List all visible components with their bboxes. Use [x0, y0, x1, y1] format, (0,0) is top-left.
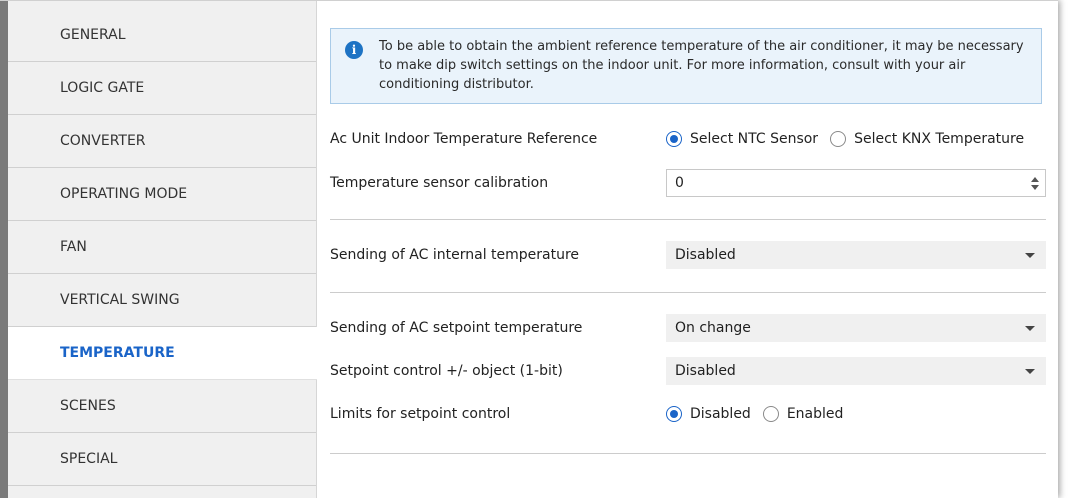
- sidebar-item-operating-mode[interactable]: OPERATING MODE: [8, 168, 316, 221]
- radio-knx-temperature[interactable]: [830, 131, 847, 147]
- sidebar-item-converter[interactable]: CONVERTER: [8, 115, 316, 168]
- setpoint-temp-row: Sending of AC setpoint temperature On ch…: [330, 314, 1046, 342]
- sidebar-edge: [0, 1, 8, 498]
- calibration-row: Temperature sensor calibration 0: [330, 169, 1046, 197]
- radio-enabled[interactable]: [762, 406, 779, 422]
- sidebar-item-special[interactable]: SPECIAL: [8, 433, 316, 486]
- setpoint-temp-value: On change: [675, 320, 751, 336]
- divider: [330, 292, 1046, 293]
- internal-temp-label: Sending of AC internal temperature: [330, 247, 580, 263]
- sidebar-item-vertical-swing[interactable]: VERTICAL SWING: [8, 274, 316, 327]
- internal-temp-value: Disabled: [675, 247, 736, 263]
- setpoint-control-dropdown[interactable]: Disabled: [666, 357, 1046, 385]
- sidebar-item-general[interactable]: GENERAL: [8, 9, 316, 62]
- setpoint-limits-radio-group: Disabled Enabled: [666, 406, 855, 422]
- divider: [330, 219, 1046, 220]
- parameters-window: GENERAL LOGIC GATE CONVERTER OPERATING M…: [0, 0, 1058, 498]
- sidebar-item-fan[interactable]: FAN: [8, 221, 316, 274]
- sidebar-list: GENERAL LOGIC GATE CONVERTER OPERATING M…: [8, 9, 317, 486]
- radio-disabled[interactable]: [666, 406, 682, 422]
- indoor-temp-reference-row: Ac Unit Indoor Temperature Reference Sel…: [330, 125, 1046, 153]
- chevron-down-icon: [1025, 252, 1035, 258]
- settings-panel: i To be able to obtain the ambient refer…: [316, 1, 1058, 498]
- info-icon: i: [345, 41, 363, 59]
- setpoint-control-value: Disabled: [675, 363, 736, 379]
- radio-label-knx-temperature: Select KNX Temperature: [854, 131, 1025, 147]
- divider: [330, 453, 1046, 454]
- radio-label-disabled: Disabled: [690, 406, 751, 422]
- internal-temp-row: Sending of AC internal temperature Disab…: [330, 241, 1046, 269]
- radio-option-knx-temperature[interactable]: Select KNX Temperature: [830, 131, 1024, 147]
- radio-option-ntc-sensor[interactable]: Select NTC Sensor: [666, 131, 818, 147]
- setpoint-limits-label: Limits for setpoint control: [330, 406, 511, 422]
- chevron-down-icon: [1025, 325, 1035, 331]
- setpoint-temp-dropdown[interactable]: On change: [666, 314, 1046, 342]
- sidebar-item-temperature[interactable]: TEMPERATURE: [8, 327, 317, 380]
- sidebar: GENERAL LOGIC GATE CONVERTER OPERATING M…: [0, 1, 317, 498]
- internal-temp-dropdown[interactable]: Disabled: [666, 241, 1046, 269]
- sidebar-item-logic-gate[interactable]: LOGIC GATE: [8, 62, 316, 115]
- radio-option-enabled[interactable]: Enabled: [762, 406, 844, 422]
- info-text: To be able to obtain the ambient referen…: [379, 39, 1024, 92]
- indoor-temp-reference-radio-group: Select NTC Sensor Select KNX Temperature: [666, 131, 1036, 147]
- radio-ntc-sensor[interactable]: [666, 131, 682, 147]
- calibration-label: Temperature sensor calibration: [330, 175, 549, 191]
- setpoint-temp-label: Sending of AC setpoint temperature: [330, 320, 583, 336]
- calibration-value[interactable]: 0: [675, 175, 684, 191]
- indoor-temp-reference-label: Ac Unit Indoor Temperature Reference: [330, 131, 598, 147]
- spin-down-icon[interactable]: [1031, 184, 1039, 190]
- setpoint-control-label: Setpoint control +/- object (1-bit): [330, 363, 563, 379]
- info-box: i To be able to obtain the ambient refer…: [330, 28, 1042, 104]
- setpoint-control-row: Setpoint control +/- object (1-bit) Disa…: [330, 357, 1046, 385]
- radio-option-disabled[interactable]: Disabled: [666, 406, 751, 422]
- setpoint-limits-row: Limits for setpoint control Disabled Ena…: [330, 400, 1046, 428]
- radio-label-ntc-sensor: Select NTC Sensor: [690, 131, 819, 147]
- spin-up-icon[interactable]: [1031, 176, 1039, 182]
- chevron-down-icon: [1025, 368, 1035, 374]
- calibration-spinbox[interactable]: 0: [666, 169, 1046, 197]
- spinner-arrows[interactable]: [1031, 176, 1039, 190]
- sidebar-item-scenes[interactable]: SCENES: [8, 380, 316, 433]
- radio-label-enabled: Enabled: [786, 406, 844, 422]
